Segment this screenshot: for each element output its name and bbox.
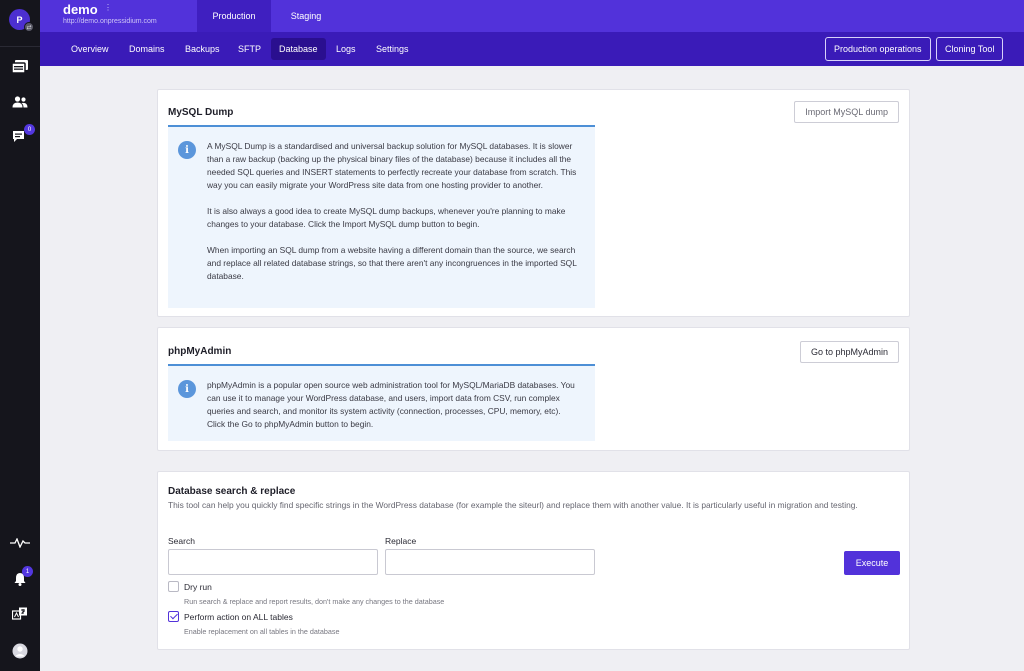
info-paragraph: phpMyAdmin is a popular open source web …	[207, 380, 575, 429]
info-icon: i	[178, 141, 196, 159]
execute-button[interactable]: Execute	[844, 551, 900, 575]
info-paragraph: It is also always a good idea to create …	[207, 206, 566, 229]
replace-label: Replace	[385, 536, 417, 546]
search-replace-title: Database search & replace	[168, 486, 296, 497]
activity-icon[interactable]	[10, 533, 30, 553]
left-sidebar: P ⇄ 0 1	[0, 0, 40, 671]
tab-staging[interactable]: Staging	[273, 0, 339, 32]
translate-icon[interactable]	[10, 605, 30, 625]
phpmyadmin-info-box: i phpMyAdmin is a popular open source we…	[168, 364, 595, 441]
users-icon[interactable]	[10, 92, 30, 112]
sidebar-divider	[0, 46, 40, 47]
dry-run-checkbox[interactable]	[168, 581, 179, 592]
production-operations-button[interactable]: Production operations	[825, 37, 931, 61]
info-icon: i	[178, 380, 196, 398]
all-tables-checkbox[interactable]	[168, 611, 179, 622]
dry-run-label: Dry run	[184, 582, 212, 592]
dry-run-help: Run search & replace and report results,…	[184, 597, 445, 606]
info-paragraph: When importing an SQL dump from a websit…	[207, 245, 577, 281]
tab-production[interactable]: Production	[197, 0, 271, 32]
sites-icon[interactable]	[10, 57, 30, 77]
nav-overview[interactable]: Overview	[63, 38, 117, 60]
import-mysql-dump-button[interactable]: Import MySQL dump	[794, 101, 899, 123]
all-tables-help: Enable replacement on all tables in the …	[184, 627, 340, 636]
phpmyadmin-info-text: phpMyAdmin is a popular open source web …	[207, 379, 577, 431]
nav-backups[interactable]: Backups	[177, 38, 228, 60]
nav-database[interactable]: Database	[271, 38, 326, 60]
notifications-badge: 1	[22, 566, 33, 577]
user-avatar-icon[interactable]	[10, 641, 30, 661]
site-switcher-icon[interactable]: ⋮	[104, 3, 112, 12]
mysql-dump-info-box: i A MySQL Dump is a standardised and uni…	[168, 125, 595, 308]
nav-domains[interactable]: Domains	[121, 38, 173, 60]
go-to-phpmyadmin-button[interactable]: Go to phpMyAdmin	[799, 341, 899, 363]
info-paragraph: A MySQL Dump is a standardised and unive…	[207, 141, 577, 190]
tickets-badge: 0	[24, 124, 35, 135]
site-url[interactable]: http://demo.onpressidium.com	[63, 18, 157, 25]
phpmyadmin-card: phpMyAdmin Go to phpMyAdmin i phpMyAdmin…	[157, 327, 910, 451]
replace-input[interactable]	[385, 549, 595, 575]
search-label: Search	[168, 536, 195, 546]
search-replace-card: Database search & replace This tool can …	[157, 471, 910, 650]
mysql-dump-title: MySQL Dump	[168, 107, 234, 118]
search-replace-description: This tool can help you quickly find spec…	[168, 500, 858, 510]
cloning-tool-button[interactable]: Cloning Tool	[936, 37, 1004, 61]
all-tables-label: Perform action on ALL tables	[184, 612, 293, 622]
top-bar: demo ⋮ http://demo.onpressidium.com Prod…	[40, 0, 1024, 32]
nav-sftp[interactable]: SFTP	[230, 38, 269, 60]
mysql-dump-card: MySQL Dump Import MySQL dump i A MySQL D…	[157, 89, 910, 317]
nav-settings[interactable]: Settings	[368, 38, 417, 60]
sub-navigation: Overview Domains Backups SFTP Database L…	[40, 32, 1024, 66]
switch-account-icon[interactable]: ⇄	[24, 22, 34, 32]
mysql-dump-info-text: A MySQL Dump is a standardised and unive…	[207, 140, 577, 283]
nav-logs[interactable]: Logs	[328, 38, 364, 60]
site-name[interactable]: demo	[63, 2, 98, 17]
phpmyadmin-title: phpMyAdmin	[168, 346, 232, 357]
search-input[interactable]	[168, 549, 378, 575]
